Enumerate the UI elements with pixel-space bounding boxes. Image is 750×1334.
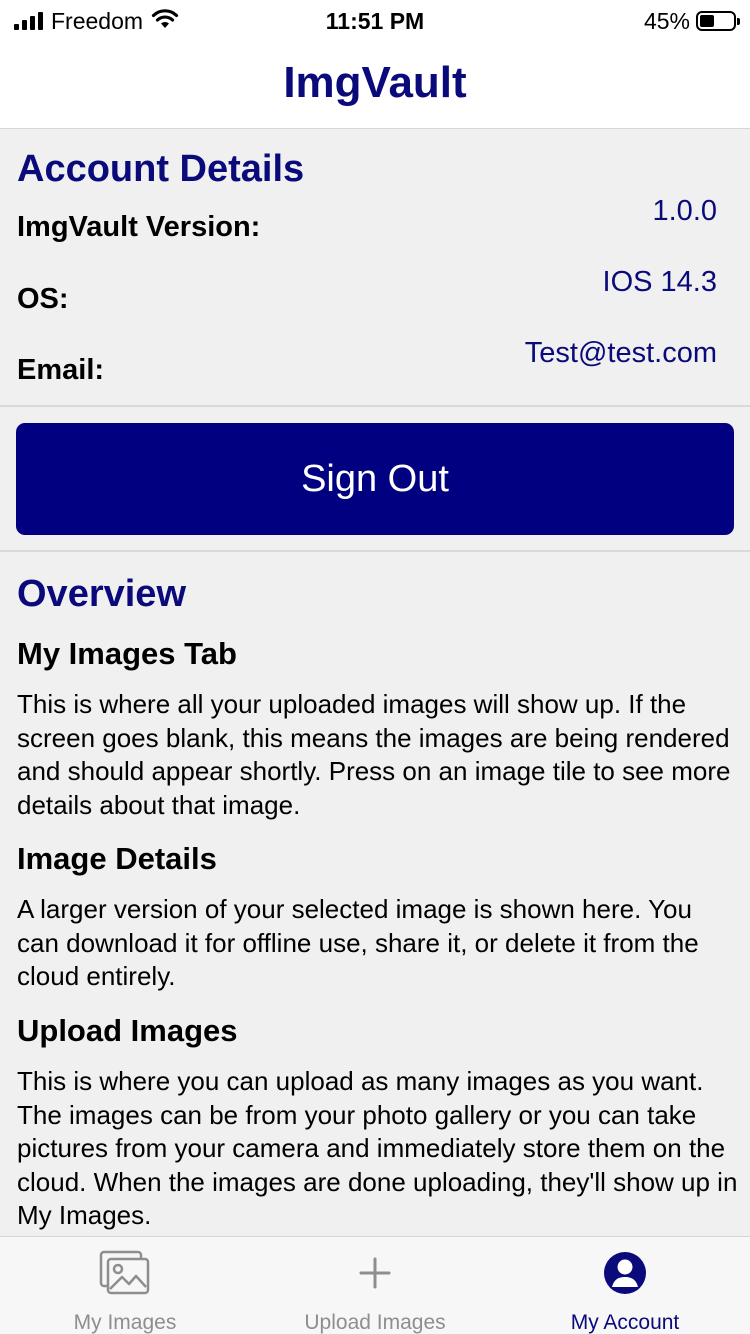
images-icon: [0, 1249, 250, 1299]
app-title: ImgVault: [283, 58, 467, 107]
tab-label-upload-images: Upload Images: [304, 1311, 446, 1334]
overview-text-my-images: This is where all your uploaded images w…: [17, 689, 731, 820]
overview-title: Overview: [17, 573, 186, 615]
overview-heading-my-images: My Images Tab: [17, 636, 237, 671]
account-details-title: Account Details: [17, 148, 305, 190]
plus-icon: [250, 1249, 500, 1299]
email-label: Email:: [17, 354, 105, 386]
overview-heading-image-details: Image Details: [17, 841, 217, 876]
account-icon: [500, 1249, 750, 1299]
overview-text-upload-images: This is where you can upload as many ima…: [17, 1066, 738, 1230]
tab-upload-images[interactable]: Upload Images: [250, 1237, 500, 1334]
version-label: ImgVault Version:: [17, 211, 261, 243]
status-time: 11:51 PM: [325, 8, 425, 34]
os-value: IOS 14.3: [602, 266, 717, 298]
status-bar: Freedom 11:51 PM 45%: [0, 0, 750, 40]
tab-label-my-account: My Account: [570, 1311, 680, 1334]
os-label: OS:: [17, 283, 69, 315]
tab-bar: My Images Upload Images My Account: [0, 1236, 750, 1334]
email-value: Test@test.com: [524, 337, 717, 369]
overview-heading-upload-images: Upload Images: [17, 1013, 238, 1048]
divider: [0, 405, 750, 407]
battery-percent: 45%: [643, 7, 690, 34]
tab-my-account[interactable]: My Account: [500, 1237, 750, 1334]
battery-icon: [696, 11, 740, 31]
tab-label-my-images: My Images: [73, 1311, 177, 1334]
overview-text-image-details: A larger version of your selected image …: [17, 894, 699, 991]
sign-out-button[interactable]: Sign Out: [16, 423, 734, 535]
tab-my-images[interactable]: My Images: [0, 1237, 250, 1334]
nav-header: ImgVault: [0, 40, 750, 129]
version-value: 1.0.0: [652, 195, 718, 227]
divider: [0, 550, 750, 552]
